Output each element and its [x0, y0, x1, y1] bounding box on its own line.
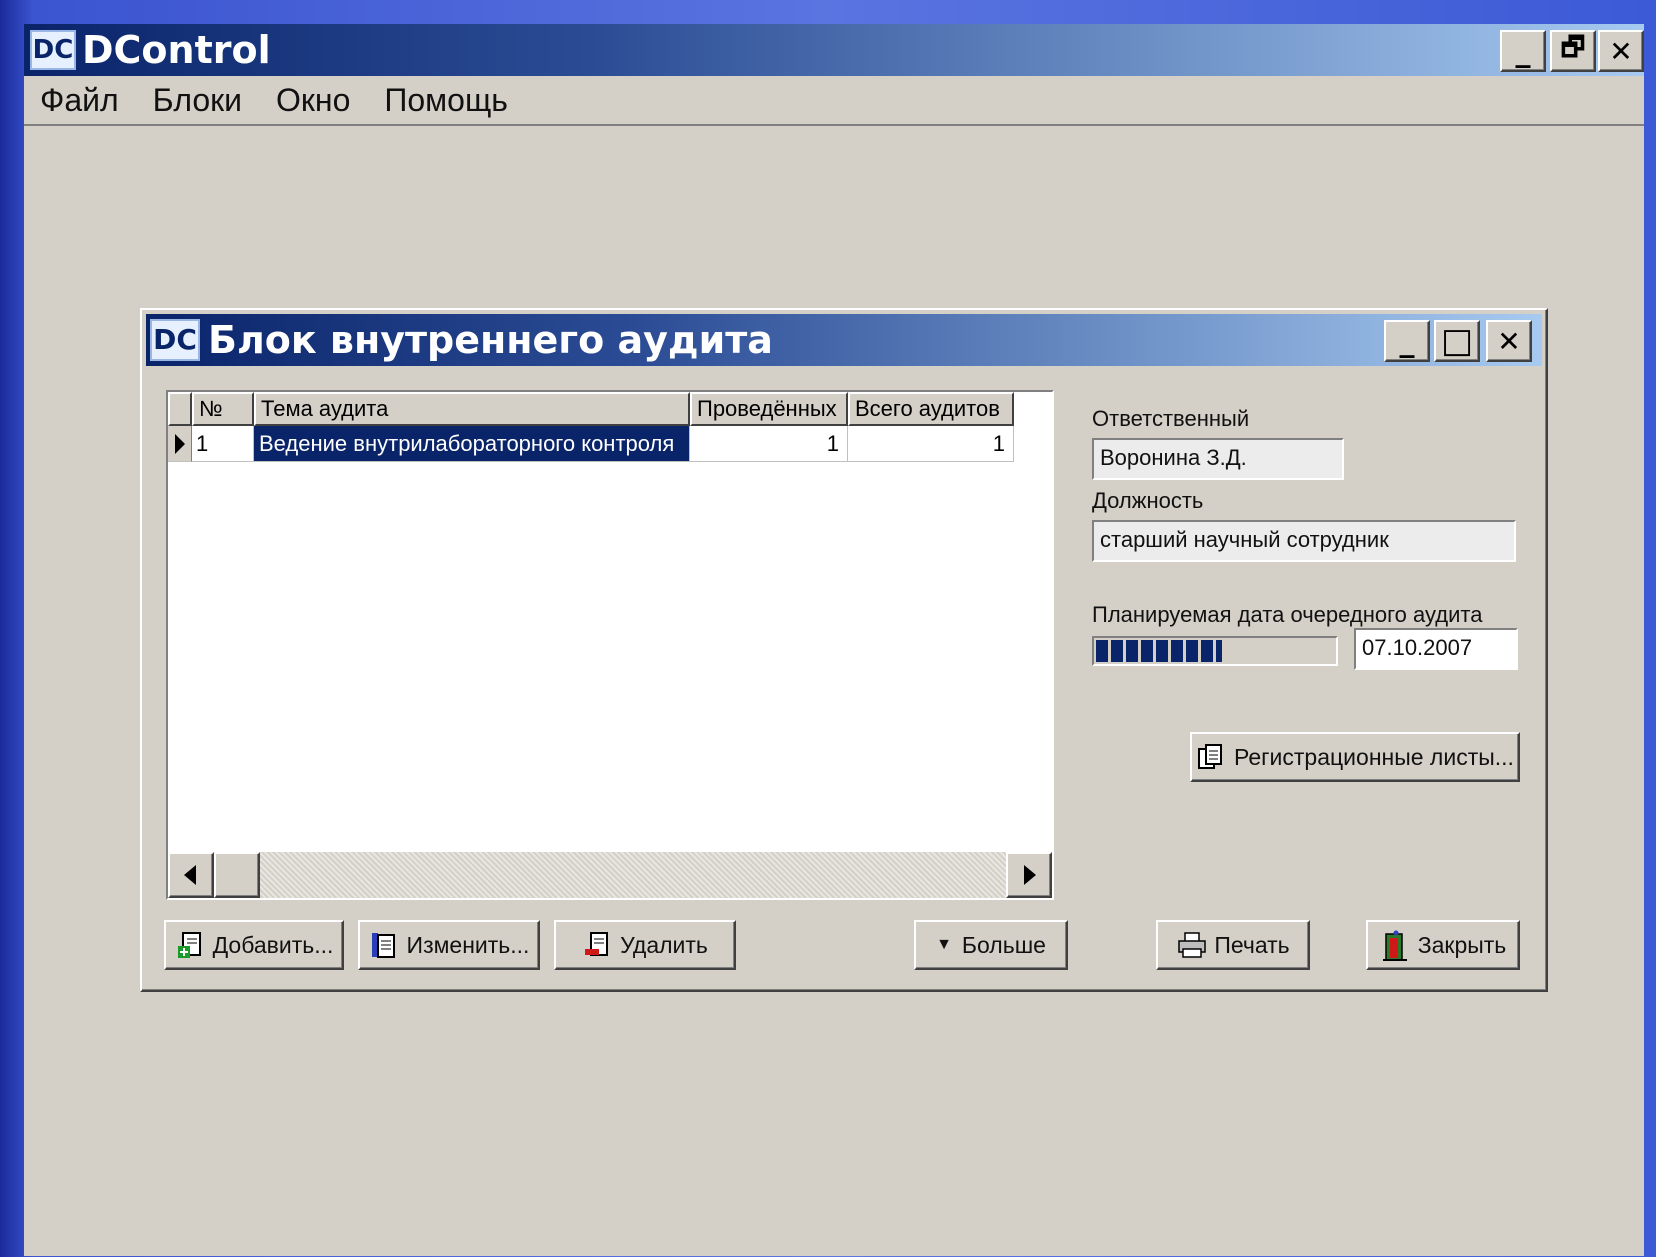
arrow-right-icon [1024, 865, 1036, 885]
add-document-icon [175, 930, 203, 960]
position-label: Должность [1092, 488, 1204, 513]
progress-fill [1096, 640, 1222, 662]
scroll-left-button[interactable] [168, 852, 214, 898]
app-title: DControl [82, 28, 271, 72]
current-row-arrow-icon [175, 434, 185, 454]
minimize-icon: _ [1515, 33, 1531, 69]
edit-button-label: Изменить... [406, 931, 530, 958]
planned-date-field[interactable]: 07.10.2007 [1354, 628, 1518, 670]
grid-horizontal-scrollbar[interactable] [168, 852, 1052, 898]
dialog-minimize-button[interactable]: _ [1384, 320, 1430, 362]
table-row[interactable]: 1 Ведение внутрилабораторного контроля 1… [168, 426, 1014, 462]
registration-sheets-label: Регистрационные листы... [1234, 743, 1514, 770]
restore-icon: 🗗 [1560, 33, 1586, 63]
grid-indicator-header [168, 392, 192, 426]
add-button[interactable]: Добавить... [164, 920, 344, 970]
grid-header-num[interactable]: № [192, 392, 254, 426]
dialog-title: Блок внутреннего аудита [208, 318, 773, 362]
registration-sheets-button[interactable]: Регистрационные листы... [1190, 732, 1520, 782]
menu-blocks[interactable]: Блоки [153, 82, 242, 119]
audit-grid[interactable]: № Тема аудита Проведённых Всего аудитов … [166, 390, 1054, 900]
more-button-label: Больше [961, 931, 1046, 958]
delete-document-icon [582, 930, 610, 960]
row-done: 1 [690, 426, 848, 462]
position-field[interactable]: старший научный сотрудник [1092, 520, 1516, 562]
close-dialog-button[interactable]: Закрыть [1366, 920, 1520, 970]
add-button-label: Добавить... [212, 931, 334, 958]
delete-button[interactable]: Удалить [554, 920, 736, 970]
dialog-maximize-button[interactable]: □ [1434, 320, 1480, 362]
main-close-button[interactable]: ✕ [1598, 30, 1644, 72]
exit-door-icon [1380, 930, 1408, 961]
responsible-label: Ответственный [1092, 406, 1250, 431]
audit-dialog: DC Блок внутреннего аудита _ □ ✕ № Тема … [140, 308, 1548, 992]
planned-date-label: Планируемая дата очередного аудита [1092, 602, 1483, 627]
print-button-label: Печать [1214, 931, 1290, 958]
documents-icon [1196, 742, 1224, 772]
grid-header-topic[interactable]: Тема аудита [254, 392, 690, 426]
menu-bar: Файл Блоки Окно Помощь [24, 76, 1644, 126]
edit-button[interactable]: Изменить... [358, 920, 540, 970]
row-num: 1 [192, 426, 254, 462]
dialog-close-button[interactable]: ✕ [1486, 320, 1532, 362]
close-dialog-label: Закрыть [1417, 931, 1507, 958]
arrow-left-icon [184, 865, 196, 885]
row-total: 1 [848, 426, 1014, 462]
dialog-title-bar[interactable]: DC Блок внутреннего аудита [146, 314, 1542, 366]
scroll-right-button[interactable] [1006, 852, 1052, 898]
more-arrow-icon: ▼ [936, 936, 952, 953]
main-minimize-button[interactable]: _ [1500, 30, 1546, 72]
responsible-field[interactable]: Воронина З.Д. [1092, 438, 1344, 480]
more-button[interactable]: ▼ Больше [914, 920, 1068, 970]
close-icon: ✕ [1497, 324, 1521, 358]
planned-date-progress [1092, 636, 1338, 666]
row-indicator [168, 426, 192, 462]
main-restore-button[interactable]: 🗗 [1550, 30, 1596, 72]
delete-button-label: Удалить [620, 931, 708, 958]
maximize-icon: □ [1440, 321, 1474, 361]
menu-file[interactable]: Файл [40, 82, 119, 119]
grid-header-done[interactable]: Проведённых [690, 392, 848, 426]
close-icon: ✕ [1609, 34, 1633, 68]
menu-help[interactable]: Помощь [384, 82, 508, 119]
print-button[interactable]: Печать [1156, 920, 1310, 970]
row-topic: Ведение внутрилабораторного контроля [254, 426, 690, 462]
grid-header-total[interactable]: Всего аудитов [848, 392, 1014, 426]
app-logo-icon: DC [30, 30, 76, 70]
minimize-icon: _ [1399, 323, 1415, 359]
main-title-bar[interactable]: DC DControl [24, 24, 1644, 76]
menu-window[interactable]: Окно [276, 82, 350, 119]
edit-document-icon [369, 930, 397, 960]
scroll-thumb[interactable] [214, 852, 260, 898]
dialog-logo-icon: DC [150, 319, 200, 361]
printer-icon [1176, 930, 1207, 960]
